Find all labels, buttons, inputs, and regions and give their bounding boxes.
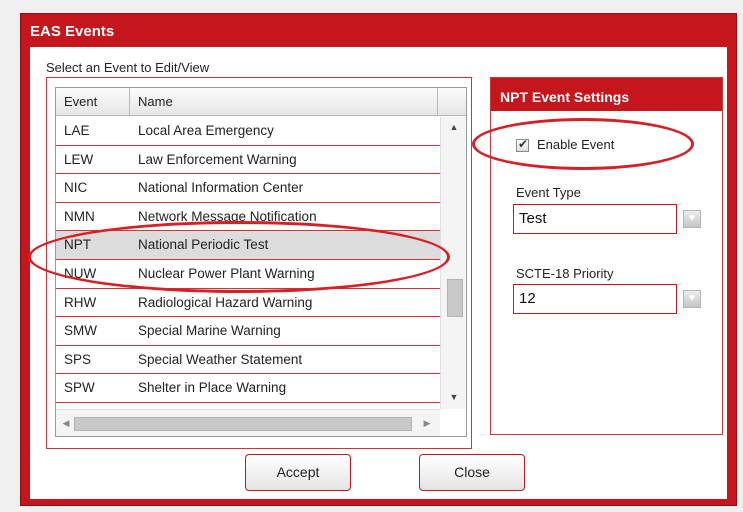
close-button[interactable]: Close: [419, 454, 525, 491]
scte18-priority-dropdown-arrow-icon[interactable]: ▼: [683, 290, 701, 308]
event-table-header: Event Name: [56, 88, 466, 116]
enable-event-label: Enable Event: [537, 137, 615, 152]
event-name: National Periodic Test: [138, 237, 269, 253]
scroll-up-arrow-icon[interactable]: ▲: [441, 119, 466, 135]
vertical-scrollbar[interactable]: ▲ ▼: [440, 117, 466, 409]
table-row[interactable]: NUW Nuclear Power Plant Warning: [56, 259, 440, 289]
scroll-left-arrow-icon[interactable]: ◀: [59, 416, 73, 430]
scroll-down-arrow-icon[interactable]: ▼: [441, 389, 466, 405]
table-row[interactable]: SPS Special Weather Statement: [56, 345, 440, 375]
dialog-body: Select an Event to Edit/View Event Name …: [30, 47, 727, 499]
event-table: Event Name LAE Local Area Emergency LEW La…: [55, 87, 467, 437]
event-code: NPT: [64, 237, 91, 253]
event-table-rows: LAE Local Area Emergency LEW Law Enforceme…: [56, 117, 440, 403]
event-code: RHW: [64, 294, 97, 310]
table-row[interactable]: LAE Local Area Emergency: [56, 117, 440, 146]
horizontal-scroll-thumb[interactable]: [74, 417, 412, 431]
event-code: SMW: [64, 323, 97, 339]
event-code: LAE: [64, 123, 90, 138]
event-name: Special Marine Warning: [138, 323, 281, 339]
event-name: Local Area Emergency: [138, 123, 274, 138]
enable-event-checkbox-row[interactable]: Enable Event: [516, 137, 615, 153]
event-name: Radiological Hazard Warning: [138, 294, 313, 310]
column-header-event[interactable]: Event: [56, 88, 130, 116]
npt-event-settings-panel: NPT Event Settings Enable Event Event Ty…: [490, 77, 723, 435]
event-code: NMN: [64, 208, 95, 224]
settings-panel-title: NPT Event Settings: [491, 78, 722, 111]
table-row[interactable]: NIC National Information Center: [56, 174, 440, 203]
vertical-scroll-thumb[interactable]: [447, 279, 463, 317]
table-row[interactable]: SMW Special Marine Warning: [56, 317, 440, 346]
table-row[interactable]: LEW Law Enforcement Warning: [56, 145, 440, 175]
event-code: LEW: [64, 151, 94, 167]
event-code: SPS: [64, 351, 92, 367]
enable-event-checkbox[interactable]: [516, 137, 529, 153]
eas-events-dialog: EAS Events Select an Event to Edit/View …: [20, 13, 737, 506]
scte18-priority-label: SCTE-18 Priority: [516, 266, 614, 281]
column-header-name[interactable]: Name: [130, 88, 438, 116]
table-row[interactable]: NMN Network Message Notification: [56, 202, 440, 232]
event-code: NIC: [64, 180, 88, 196]
event-name: Shelter in Place Warning: [138, 380, 287, 396]
event-name: Network Message Notification: [138, 208, 317, 224]
dialog-title: EAS Events: [30, 23, 115, 40]
event-type-select[interactable]: Test: [513, 204, 677, 234]
table-row-selected[interactable]: NPT National Periodic Test: [56, 231, 440, 260]
event-name: Nuclear Power Plant Warning: [138, 265, 315, 281]
event-code: NUW: [64, 265, 97, 281]
table-row[interactable]: SPW Shelter in Place Warning: [56, 374, 440, 403]
select-event-prompt: Select an Event to Edit/View: [46, 60, 210, 75]
event-type-label: Event Type: [516, 185, 581, 200]
event-name: Law Enforcement Warning: [138, 151, 297, 167]
event-type-dropdown-arrow-icon[interactable]: ▼: [683, 210, 701, 228]
event-list-frame: Event Name LAE Local Area Emergency LEW La…: [46, 77, 472, 449]
scroll-right-arrow-icon[interactable]: ▶: [420, 416, 434, 430]
scte18-priority-select[interactable]: 12: [513, 284, 677, 314]
table-row[interactable]: RHW Radiological Hazard Warning: [56, 288, 440, 318]
event-name: National Information Center: [138, 180, 304, 196]
horizontal-scrollbar[interactable]: ◀ ▶: [56, 409, 440, 436]
event-name: Special Weather Statement: [138, 351, 303, 367]
event-code: SPW: [64, 380, 95, 396]
accept-button[interactable]: Accept: [245, 454, 351, 491]
